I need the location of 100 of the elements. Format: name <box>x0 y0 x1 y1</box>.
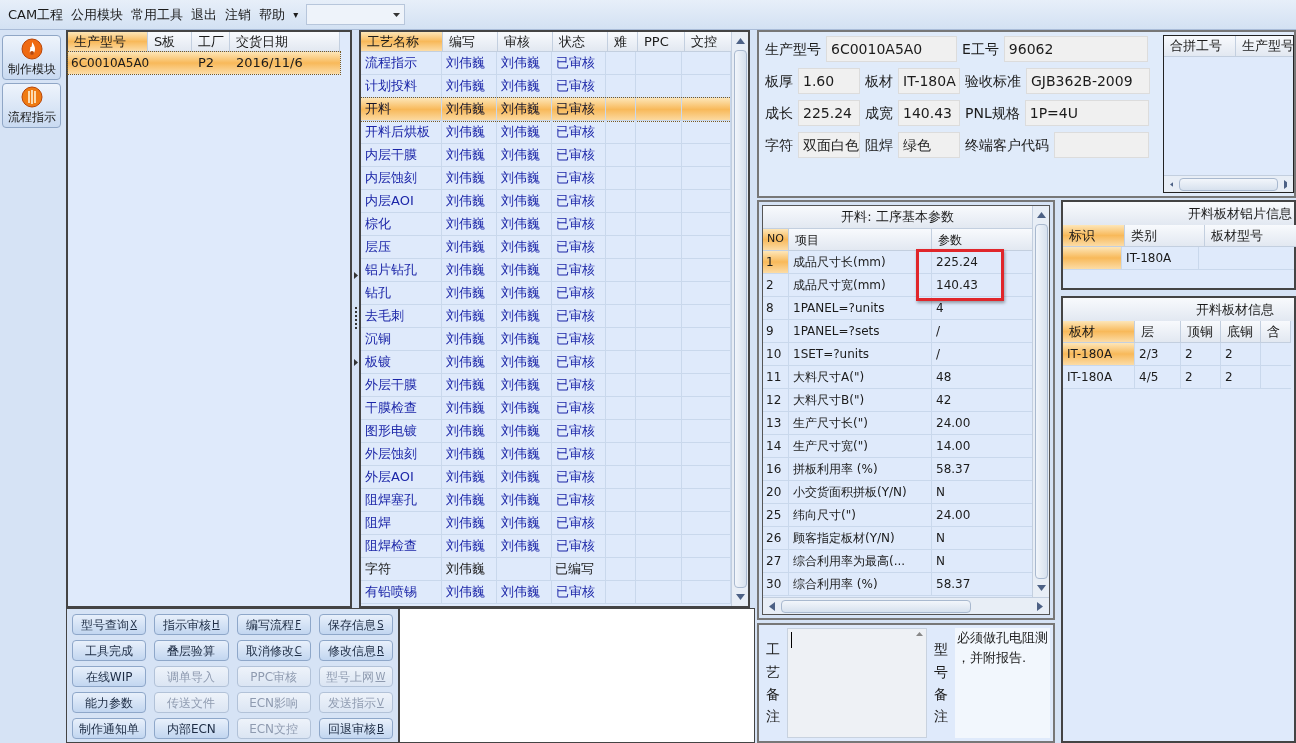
table-row[interactable]: 沉铜 刘伟巍 刘伟巍 已审核 <box>361 328 731 351</box>
action-button[interactable]: 修改信息R <box>318 640 393 661</box>
table-row[interactable]: 内层AOI 刘伟巍 刘伟巍 已审核 <box>361 190 731 213</box>
dropdown-arrow[interactable]: ▾ <box>289 7 303 22</box>
column-header[interactable]: 工厂 <box>192 32 230 52</box>
column-header[interactable]: 标识 <box>1063 225 1125 247</box>
action-button[interactable]: 保存信息S <box>318 614 393 635</box>
grip-icon[interactable] <box>354 307 357 331</box>
column-header[interactable]: 板材 <box>1063 321 1135 343</box>
column-header[interactable]: 含 <box>1261 321 1291 343</box>
column-header[interactable]: 交货日期 <box>230 32 340 52</box>
menu-item[interactable]: 退出 <box>187 4 222 25</box>
row-number[interactable]: 12 <box>763 389 789 412</box>
table-row[interactable]: 阻焊 刘伟巍 刘伟巍 已审核 <box>361 512 731 535</box>
row-number[interactable]: 30 <box>763 573 789 596</box>
text-field[interactable]: 双面白色 <box>798 132 860 158</box>
row-number[interactable]: 14 <box>763 435 789 458</box>
action-button[interactable]: 指示审核H <box>154 614 229 635</box>
action-button[interactable]: 叠层验算 <box>154 640 229 661</box>
scrollbar[interactable] <box>1164 175 1293 192</box>
table-row[interactable]: 阻焊检查 刘伟巍 刘伟巍 已审核 <box>361 535 731 558</box>
row-number[interactable]: 27 <box>763 550 789 573</box>
column-header[interactable]: 项目 <box>789 229 932 251</box>
table-row[interactable]: 棕化 刘伟巍 刘伟巍 已审核 <box>361 213 731 236</box>
process-note-field[interactable] <box>787 628 927 738</box>
column-header[interactable]: 编写 <box>443 32 498 52</box>
column-header[interactable]: 类别 <box>1125 225 1205 247</box>
row-number[interactable]: 10 <box>763 343 789 366</box>
table-row[interactable]: 铝片钻孔 刘伟巍 刘伟巍 已审核 <box>361 259 731 282</box>
action-button[interactable]: 在线WIP <box>72 666 147 687</box>
row-header[interactable]: IT-180A <box>1063 343 1135 366</box>
row-number[interactable]: 9 <box>763 320 789 343</box>
column-header[interactable]: 参数 <box>932 229 1032 251</box>
text-field[interactable]: 6C0010A5A0 <box>826 36 957 62</box>
action-button[interactable]: 取消修改C <box>236 640 311 661</box>
action-button[interactable]: 制作通知单 <box>72 718 147 739</box>
row-number[interactable]: 25 <box>763 504 789 527</box>
scrollbar-thumb[interactable] <box>781 599 971 613</box>
table-row[interactable]: 干膜检查 刘伟巍 刘伟巍 已审核 <box>361 397 731 420</box>
action-button[interactable]: 能力参数 <box>72 692 147 713</box>
scroll-right-icon[interactable] <box>1037 601 1043 611</box>
row-number[interactable]: 1 <box>763 251 789 274</box>
menu-item[interactable]: CAM工程 <box>4 4 68 25</box>
row-number[interactable]: 13 <box>763 412 789 435</box>
scroll-up-icon[interactable] <box>735 38 745 44</box>
action-button[interactable]: 编写流程F <box>236 614 311 635</box>
row-number[interactable]: 20 <box>763 481 789 504</box>
text-field[interactable]: 1P=4U <box>1024 100 1149 126</box>
scroll-up-icon[interactable] <box>1036 212 1046 218</box>
row-number[interactable]: 16 <box>763 458 789 481</box>
column-header[interactable]: 顶铜 <box>1181 321 1221 343</box>
menu-item[interactable]: 公用模块 <box>67 4 128 25</box>
combo-box[interactable] <box>306 4 406 25</box>
column-header[interactable]: 板材型号 <box>1205 225 1296 247</box>
column-header[interactable]: 层 <box>1135 321 1181 343</box>
column-header[interactable]: 文控 <box>685 32 731 52</box>
column-header[interactable]: 生产型号 <box>68 32 148 52</box>
row-number[interactable]: 2 <box>763 274 789 297</box>
table-row[interactable]: 阻焊塞孔 刘伟巍 刘伟巍 已审核 <box>361 489 731 512</box>
row-indicator[interactable] <box>1063 247 1123 270</box>
menu-item[interactable]: 注销 <box>221 4 256 25</box>
column-header[interactable]: 工艺名称 <box>361 32 443 52</box>
action-button[interactable]: 内部ECN <box>154 718 229 739</box>
scroll-down-icon[interactable] <box>1036 585 1046 591</box>
table-row[interactable]: 外层AOI 刘伟巍 刘伟巍 已审核 <box>361 466 731 489</box>
scrollbar-thumb[interactable] <box>1179 177 1278 191</box>
table-row[interactable]: 开料后烘板 刘伟巍 刘伟巍 已审核 <box>361 121 731 144</box>
scroll-right-icon[interactable] <box>1283 179 1287 189</box>
table-row[interactable]: 图形电镀 刘伟巍 刘伟巍 已审核 <box>361 420 731 443</box>
column-header[interactable]: 审核 <box>498 32 553 52</box>
table-row[interactable]: 钻孔 刘伟巍 刘伟巍 已审核 <box>361 282 731 305</box>
text-field[interactable] <box>1054 132 1149 158</box>
scroll-left-icon[interactable] <box>769 601 775 611</box>
text-field[interactable]: 1.60 <box>798 68 860 94</box>
scroll-up-icon[interactable] <box>916 632 923 636</box>
table-row[interactable]: 流程指示 刘伟巍 刘伟巍 已审核 <box>361 52 731 75</box>
column-header[interactable]: 合拼工号 <box>1164 36 1236 57</box>
table-row[interactable]: 字符 刘伟巍 已编写 <box>361 558 731 581</box>
menu-item[interactable]: 帮助 <box>255 4 290 25</box>
row-number[interactable]: 8 <box>763 297 789 320</box>
table-row[interactable]: 内层蚀刻 刘伟巍 刘伟巍 已审核 <box>361 167 731 190</box>
text-field[interactable]: IT-180A <box>898 68 960 94</box>
column-header[interactable]: 底铜 <box>1221 321 1261 343</box>
text-field[interactable]: 225.24 <box>798 100 860 126</box>
row-header[interactable]: IT-180A <box>1063 366 1135 389</box>
table-row[interactable]: 内层干膜 刘伟巍 刘伟巍 已审核 <box>361 144 731 167</box>
scrollbar-thumb[interactable] <box>733 50 747 588</box>
action-button[interactable]: 回退审核B <box>318 718 393 739</box>
table-row[interactable]: 开料 刘伟巍 刘伟巍 已审核 <box>361 98 731 121</box>
column-header[interactable]: NO <box>763 229 789 251</box>
scrollbar[interactable] <box>731 32 748 606</box>
text-field[interactable]: 绿色 <box>898 132 960 158</box>
text-field[interactable]: GJB362B-2009 <box>1026 68 1150 94</box>
text-field[interactable]: 96062 <box>1003 36 1148 62</box>
table-row[interactable]: 6C0010A5A0 P2 2016/11/6 <box>68 52 340 74</box>
table-row[interactable]: 去毛刺 刘伟巍 刘伟巍 已审核 <box>361 305 731 328</box>
scrollbar-thumb[interactable] <box>1034 224 1048 579</box>
table-row[interactable]: 外层蚀刻 刘伟巍 刘伟巍 已审核 <box>361 443 731 466</box>
menu-item[interactable]: 常用工具 <box>127 4 188 25</box>
scrollbar[interactable] <box>1032 206 1049 597</box>
